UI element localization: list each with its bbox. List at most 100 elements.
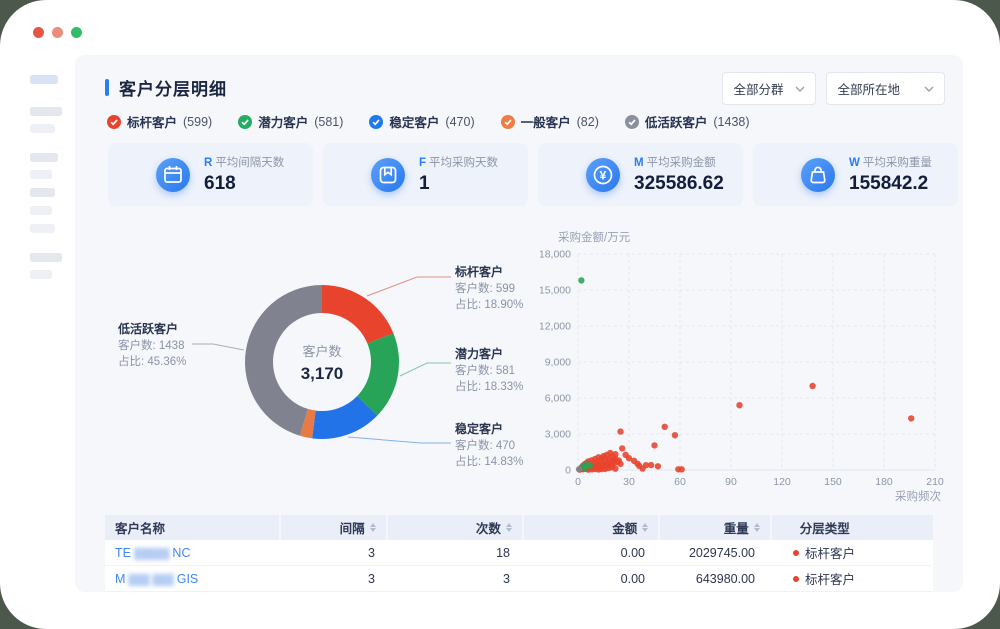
callout-line (367, 277, 451, 296)
scatter-point[interactable] (651, 442, 657, 448)
donut-callout: 稳定客户客户数: 470占比: 14.83% (455, 421, 523, 470)
stat-value: 618 (204, 173, 284, 195)
legend-item-2[interactable]: 稳定客户 (470) (369, 112, 474, 131)
scatter-point[interactable] (576, 466, 582, 472)
legend-label: 一般客户 (521, 112, 571, 131)
column-header-name: 客户名称 (105, 515, 279, 540)
sidebar-skeleton-item (30, 188, 55, 197)
chevron-down-icon (795, 86, 805, 92)
location-filter-select[interactable]: 全部所在地 (826, 72, 945, 105)
donut-callout: 标杆客户客户数: 599占比: 18.90% (455, 264, 523, 313)
legend-item-1[interactable]: 潜力客户 (581) (238, 112, 343, 131)
scatter-point[interactable] (648, 462, 654, 468)
scatter-point[interactable] (662, 424, 668, 430)
scatter-point[interactable] (578, 277, 584, 283)
sidebar-skeleton-item (30, 153, 58, 162)
column-header-weight[interactable]: 重量 (660, 515, 769, 540)
scatter-point[interactable] (617, 428, 623, 434)
check-circle-icon (238, 115, 252, 129)
scatter-point[interactable] (619, 445, 625, 451)
title-accent-bar (105, 79, 109, 96)
scatter-y-axis-title: 采购金额/万元 (558, 230, 631, 244)
sidebar-skeleton-item (30, 75, 58, 84)
cell-interval: 3 (280, 546, 385, 560)
desktop-background: 客户分层明细 全部分群 全部所在地 (0, 0, 1000, 629)
callout-count: 客户数: 1438 (118, 338, 186, 354)
stat-label-text: 平均采购金额 (647, 157, 716, 169)
close-button[interactable] (33, 27, 44, 38)
stat-value: 1 (419, 173, 498, 195)
scatter-point[interactable] (736, 402, 742, 408)
scatter-point[interactable] (672, 432, 678, 438)
legend-item-0[interactable]: 标杆客户 (599) (107, 112, 212, 131)
scatter-point[interactable] (582, 465, 588, 471)
stat-value: 325586.62 (634, 173, 724, 195)
stat-label: M平均采购金额 (634, 154, 724, 170)
redacted-text: █████ (134, 549, 169, 560)
stat-value: 155842.2 (849, 173, 932, 195)
stat-label: W平均采购重量 (849, 154, 932, 170)
type-dot-icon (793, 550, 799, 556)
sort-icon[interactable] (642, 520, 648, 535)
yen-coin-icon: ¥ (586, 158, 620, 192)
table-row[interactable]: M███ ███GIS 3 3 0.00 643980.00 标杆客户 (105, 566, 933, 592)
sidebar-skeleton-item (30, 270, 52, 279)
cell-type: 标杆客户 (765, 543, 927, 562)
scatter-point[interactable] (908, 415, 914, 421)
column-header-type: 分层类型 (772, 515, 933, 540)
location-filter-label: 全部所在地 (837, 79, 900, 98)
sort-icon[interactable] (754, 520, 760, 535)
donut-slice-标杆客户[interactable] (322, 285, 393, 344)
callout-percent: 占比: 45.36% (118, 354, 186, 370)
svg-text:18,000: 18,000 (540, 249, 571, 261)
callout-line (192, 344, 244, 350)
customer-name-link[interactable]: M███ ███GIS (115, 572, 198, 586)
svg-text:120: 120 (773, 476, 791, 488)
cell-times: 3 (385, 572, 520, 586)
svg-text:3,000: 3,000 (545, 429, 571, 441)
column-header-amount[interactable]: 金额 (524, 515, 658, 540)
stat-card-recency: R平均间隔天数 618 (108, 143, 313, 206)
legend-label: 低活跃客户 (645, 112, 708, 131)
legend-item-3[interactable]: 一般客户 (82) (501, 112, 599, 131)
callout-title: 潜力客户 (455, 346, 523, 362)
customer-name-link[interactable]: TE█████NC (115, 546, 190, 560)
scatter-point[interactable] (612, 451, 618, 457)
scatter-point[interactable] (617, 461, 623, 467)
svg-text:6,000: 6,000 (545, 393, 571, 405)
group-filter-select[interactable]: 全部分群 (722, 72, 816, 105)
column-header-interval[interactable]: 间隔 (281, 515, 386, 540)
stat-label-text: 平均间隔天数 (215, 157, 284, 169)
zoom-button[interactable] (71, 27, 82, 38)
scatter-x-axis-title: 采购频次 (895, 489, 941, 503)
cell-times: 18 (385, 546, 520, 560)
stat-letter: R (204, 157, 212, 169)
legend-item-4[interactable]: 低活跃客户 (1438) (625, 112, 750, 131)
sidebar-skeleton-item (30, 124, 55, 133)
stat-label: R平均间隔天数 (204, 154, 284, 170)
sort-icon[interactable] (506, 520, 512, 535)
column-header-times[interactable]: 次数 (388, 515, 522, 540)
donut-callout: 潜力客户客户数: 581占比: 18.33% (455, 346, 523, 395)
legend-count: (599) (183, 115, 212, 129)
stat-letter: W (849, 157, 860, 169)
table-row[interactable]: TE█████NC 3 18 0.00 2029745.00 标杆客户 (105, 540, 933, 566)
svg-text:30: 30 (623, 476, 635, 488)
sort-icon[interactable] (370, 520, 376, 535)
minimize-button[interactable] (52, 27, 63, 38)
panel-header: 客户分层明细 (105, 75, 227, 100)
svg-text:90: 90 (725, 476, 737, 488)
scatter-point[interactable] (809, 383, 815, 389)
scatter-chart[interactable]: 03,0006,0009,00012,00015,00018,000030609… (540, 226, 970, 511)
scatter-point[interactable] (679, 466, 685, 472)
scatter-point[interactable] (655, 463, 661, 469)
check-circle-icon (107, 115, 121, 129)
window-controls (33, 27, 82, 38)
cell-interval: 3 (280, 572, 385, 586)
legend-count: (1438) (713, 115, 749, 129)
cell-weight: 643980.00 (655, 572, 765, 586)
bookmark-icon (371, 158, 405, 192)
cell-type: 标杆客户 (765, 569, 927, 588)
group-filter-label: 全部分群 (733, 79, 783, 98)
scatter-point[interactable] (612, 465, 618, 471)
